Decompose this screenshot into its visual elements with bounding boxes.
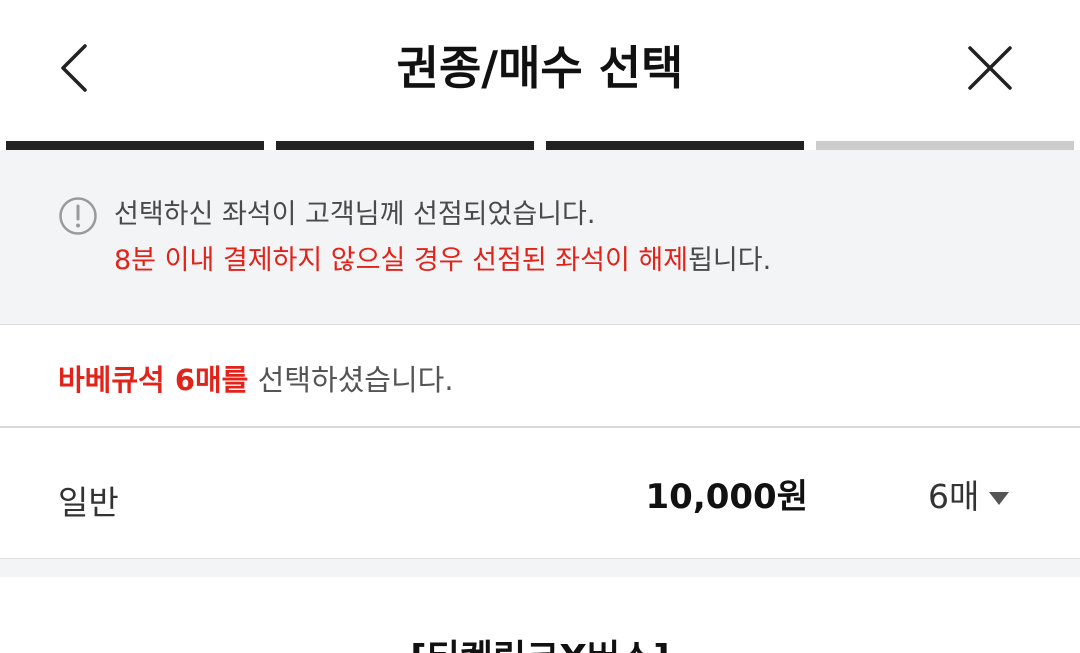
step-progress-bar: [6, 141, 1074, 150]
ticket-type-row: [0, 428, 1080, 558]
selection-rest: 선택하셨습니다.: [248, 363, 454, 397]
section-separator: [0, 558, 1080, 578]
notice-line-1: 선택하신 좌석이 고객님께 선점되었습니다.: [114, 199, 596, 230]
info-circle-icon: [59, 197, 97, 235]
progress-step-2: [276, 141, 534, 150]
selection-highlight: 바베큐석 6매를: [58, 363, 249, 397]
progress-step-1: [6, 141, 264, 150]
quantity-dropdown[interactable]: 6매: [928, 474, 1010, 520]
event-info-section: [티켓링크X버스]: [0, 577, 1080, 653]
ticket-type-label: 일반: [58, 483, 119, 522]
close-button[interactable]: [960, 38, 1020, 98]
notice-line-2: 8분 이내 결제하지 않으실 경우 선점된 좌석이 해제됩니다.: [114, 238, 771, 284]
progress-step-4: [816, 141, 1074, 150]
notice-text: 선택하신 좌석이 고객님께 선점되었습니다. 8분 이내 결제하지 않으실 경우…: [114, 192, 771, 284]
progress-step-3: [546, 141, 804, 150]
caret-down-icon: [989, 491, 1010, 505]
selection-summary: 바베큐석 6매를 선택하셨습니다.: [58, 355, 454, 405]
notice-warning-text: 8분 이내 결제하지 않으실 경우 선점된 좌석이 해제: [114, 245, 689, 276]
close-icon: [968, 46, 1012, 90]
notice-line-2-rest: 됩니다.: [688, 245, 772, 276]
quantity-value: 6매: [928, 477, 980, 516]
ticket-price: 10,000원: [645, 477, 808, 517]
page-title: 권종/매수 선택: [396, 41, 684, 95]
event-title: [티켓링크X버스]: [0, 635, 1080, 653]
